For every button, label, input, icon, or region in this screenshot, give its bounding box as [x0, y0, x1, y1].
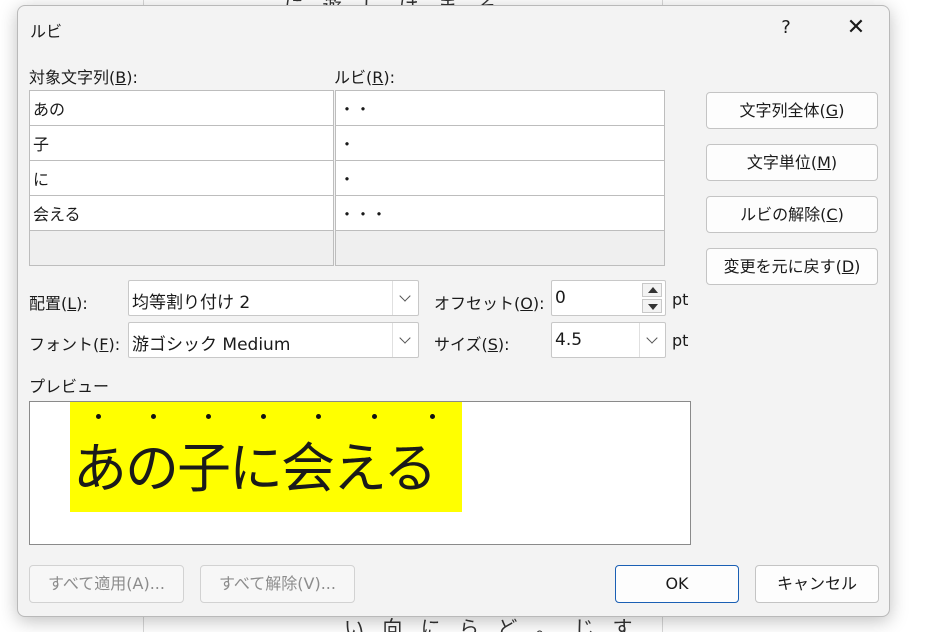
remove-ruby-button[interactable]: ルビの解除(C) [706, 196, 878, 233]
offset-unit: pt [672, 290, 689, 309]
ruby-dot [316, 414, 321, 419]
alignment-select[interactable]: 均等割り付け 2 [128, 280, 419, 316]
chevron-down-icon[interactable] [392, 281, 418, 315]
ruby-dot [372, 414, 377, 419]
ruby-dot [96, 414, 101, 419]
cancel-button[interactable]: キャンセル [755, 565, 879, 603]
reset-changes-button[interactable]: 変更を元に戻す(D) [706, 248, 878, 285]
base-text-cell[interactable]: に [29, 160, 334, 196]
size-value: 4.5 [555, 330, 583, 350]
base-text-cell[interactable]: 子 [29, 125, 334, 161]
font-value: 游ゴシック Medium [132, 335, 291, 355]
offset-label: オフセット(O): [434, 294, 545, 313]
preview-text: あの子に会える [73, 437, 437, 500]
close-icon[interactable]: ✕ [838, 12, 874, 44]
size-label: サイズ(S): [434, 335, 510, 354]
chevron-down-icon[interactable] [392, 323, 418, 357]
ruby-text-cell [335, 230, 665, 266]
ruby-label: ルビ(R): [334, 68, 396, 87]
alignment-label: 配置(L): [29, 294, 88, 313]
ruby-dialog: ルビ ? ✕ 対象文字列(B): ルビ(R): あの ・・ 子 ・ に ・ 会え… [17, 5, 890, 617]
ok-button[interactable]: OK [615, 565, 739, 603]
ruby-grid: あの ・・ 子 ・ に ・ 会える ・・・ [29, 90, 665, 266]
ruby-dot [430, 414, 435, 419]
dialog-title: ルビ [30, 22, 63, 41]
ruby-text-cell[interactable]: ・・ [335, 90, 665, 126]
ruby-text-cell[interactable]: ・・・ [335, 195, 665, 231]
whole-string-button[interactable]: 文字列全体(G) [706, 92, 878, 129]
chevron-down-icon[interactable] [639, 323, 665, 357]
ruby-dot [151, 414, 156, 419]
title-bar: ルビ ? ✕ [18, 6, 889, 50]
alignment-value: 均等割り付け 2 [132, 293, 251, 313]
preview-box: あの子に会える [29, 401, 691, 545]
font-select[interactable]: 游ゴシック Medium [128, 322, 419, 358]
ruby-dot [261, 414, 266, 419]
apply-all-button[interactable]: すべて適用(A)... [29, 565, 184, 603]
remove-all-button[interactable]: すべて解除(V)... [200, 565, 355, 603]
size-unit: pt [672, 331, 689, 350]
offset-value: 0 [555, 288, 566, 308]
help-button[interactable]: ? [770, 12, 802, 44]
offset-spinbox[interactable]: 0 [551, 280, 666, 316]
base-text-cell [29, 230, 334, 266]
ruby-text-cell[interactable]: ・ [335, 125, 665, 161]
base-text-cell[interactable]: 会える [29, 195, 334, 231]
base-text-cell[interactable]: あの [29, 90, 334, 126]
preview-label: プレビュー [29, 377, 110, 396]
spin-down-icon[interactable] [642, 299, 662, 313]
ruby-text-cell[interactable]: ・ [335, 160, 665, 196]
size-select[interactable]: 4.5 [551, 322, 666, 358]
font-label: フォント(F): [29, 335, 121, 354]
spin-up-icon[interactable] [642, 283, 662, 297]
ruby-dot [206, 414, 211, 419]
base-text-label: 対象文字列(B): [29, 68, 138, 87]
per-character-button[interactable]: 文字単位(M) [706, 144, 878, 181]
